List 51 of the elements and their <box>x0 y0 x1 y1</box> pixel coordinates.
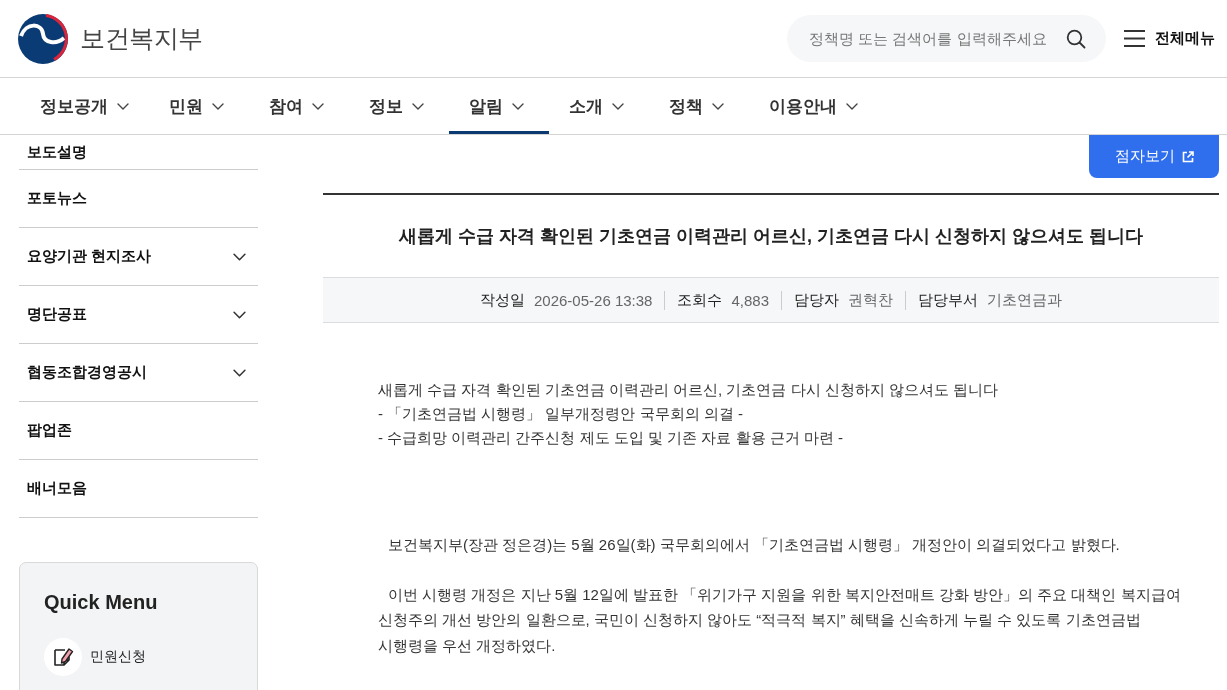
sidebar-item[interactable]: 요양기관 현지조사 <box>19 228 258 286</box>
meta-label: 담당자 <box>794 290 839 310</box>
chevron-down-icon <box>512 102 524 110</box>
meta-value: 4,883 <box>731 291 769 309</box>
nav-tab[interactable]: 정책 <box>649 78 749 134</box>
chevron-down-icon <box>233 368 246 377</box>
meta-value: 2026-05-26 13:38 <box>534 291 653 309</box>
chevron-down-icon <box>612 102 624 110</box>
summary-line: - 수급희망 이력관리 간주신청 제도 도입 및 기존 자료 활용 근거 마련 - <box>378 428 844 448</box>
summary-line: 새롭게 수급 자격 확인된 기초연금 이력관리 어르신, 기초연금 다시 신청하지 않으셔도 됩니다 <box>378 380 999 400</box>
chevron-down-icon <box>117 102 129 110</box>
menu-icon <box>1124 30 1145 47</box>
search-field[interactable]: 정책명 또는 검색어를 입력해주세요 <box>787 15 1106 62</box>
quick-menu-item[interactable]: 민원신청 <box>44 638 257 676</box>
circle-emblem-icon <box>18 13 68 64</box>
meta-label: 담당부서 <box>918 290 978 310</box>
nav-tab[interactable]: 민원 <box>149 78 249 134</box>
sidebar-item[interactable]: 배너모음 <box>19 460 258 518</box>
sidebar-item[interactable]: 포토뉴스 <box>19 170 258 228</box>
meta-value: 권혁찬 <box>848 290 893 310</box>
chevron-down-icon <box>233 252 246 261</box>
chevron-down-icon <box>846 102 858 110</box>
search-icon[interactable] <box>1066 29 1086 49</box>
chevron-down-icon <box>312 102 324 110</box>
meta-value: 기초연금과 <box>987 290 1062 310</box>
quick-menu-title: Quick Menu <box>44 591 159 614</box>
chevron-down-icon <box>712 102 724 110</box>
nav-tab[interactable]: 정보 <box>349 78 449 134</box>
article-title: 새롭게 수급 자격 확인된 기초연금 이력관리 어르신, 기초연금 다시 신청하지 않으셔도 됩니다 <box>399 225 1143 248</box>
braille-view-button[interactable]: 점자보기 <box>1089 135 1219 178</box>
nav-tab[interactable]: 이용안내 <box>749 78 878 134</box>
logo-text: 보건복지부 <box>80 23 203 54</box>
nav-tab[interactable]: 참여 <box>249 78 349 134</box>
chevron-down-icon <box>233 310 246 319</box>
all-menu-button[interactable]: 전체메뉴 <box>1124 29 1215 48</box>
note-pencil-icon <box>44 638 82 676</box>
summary-line: - 「기초연금법 시행령」 일부개정령안 국무회의 의결 - <box>378 404 744 424</box>
nav-tab[interactable]: 알림 <box>449 78 549 134</box>
meta-label: 조회수 <box>677 290 723 310</box>
external-link-icon <box>1181 150 1194 163</box>
body-paragraph: 이번 시행령 개정은 지난 5월 12일에 발표한 「위기가구 지원을 위한 복지안전매트 강화 방안」의 주요 대책인 복지급여 신청주의 개선 방안의 일환으로, 국민이 신청하지 않아도 “적극적 복지” 혜택을 신속하게 누릴 수 있도록 기초연금법 시행령을 우선 개정하였다. <box>378 584 1182 656</box>
body-paragraph: 보건복지부(장관 정은경)는 5월 26일(화) 국무회의에서 「기초연금법 시행령」 개정안이 의결되었다고 밝혔다. <box>387 535 1121 555</box>
sidebar-item[interactable]: 보도설명 <box>19 135 258 170</box>
sidebar-item[interactable]: 팝업존 <box>19 402 258 460</box>
sidebar-item[interactable]: 협동조합경영공시 <box>19 344 258 402</box>
nav-tab[interactable]: 정보공개 <box>20 78 149 134</box>
sidebar-item[interactable]: 명단공표 <box>19 286 258 344</box>
chevron-down-icon <box>212 102 224 110</box>
chevron-down-icon <box>412 102 424 110</box>
nav-tab[interactable]: 소개 <box>549 78 649 134</box>
meta-label: 작성일 <box>480 290 525 310</box>
